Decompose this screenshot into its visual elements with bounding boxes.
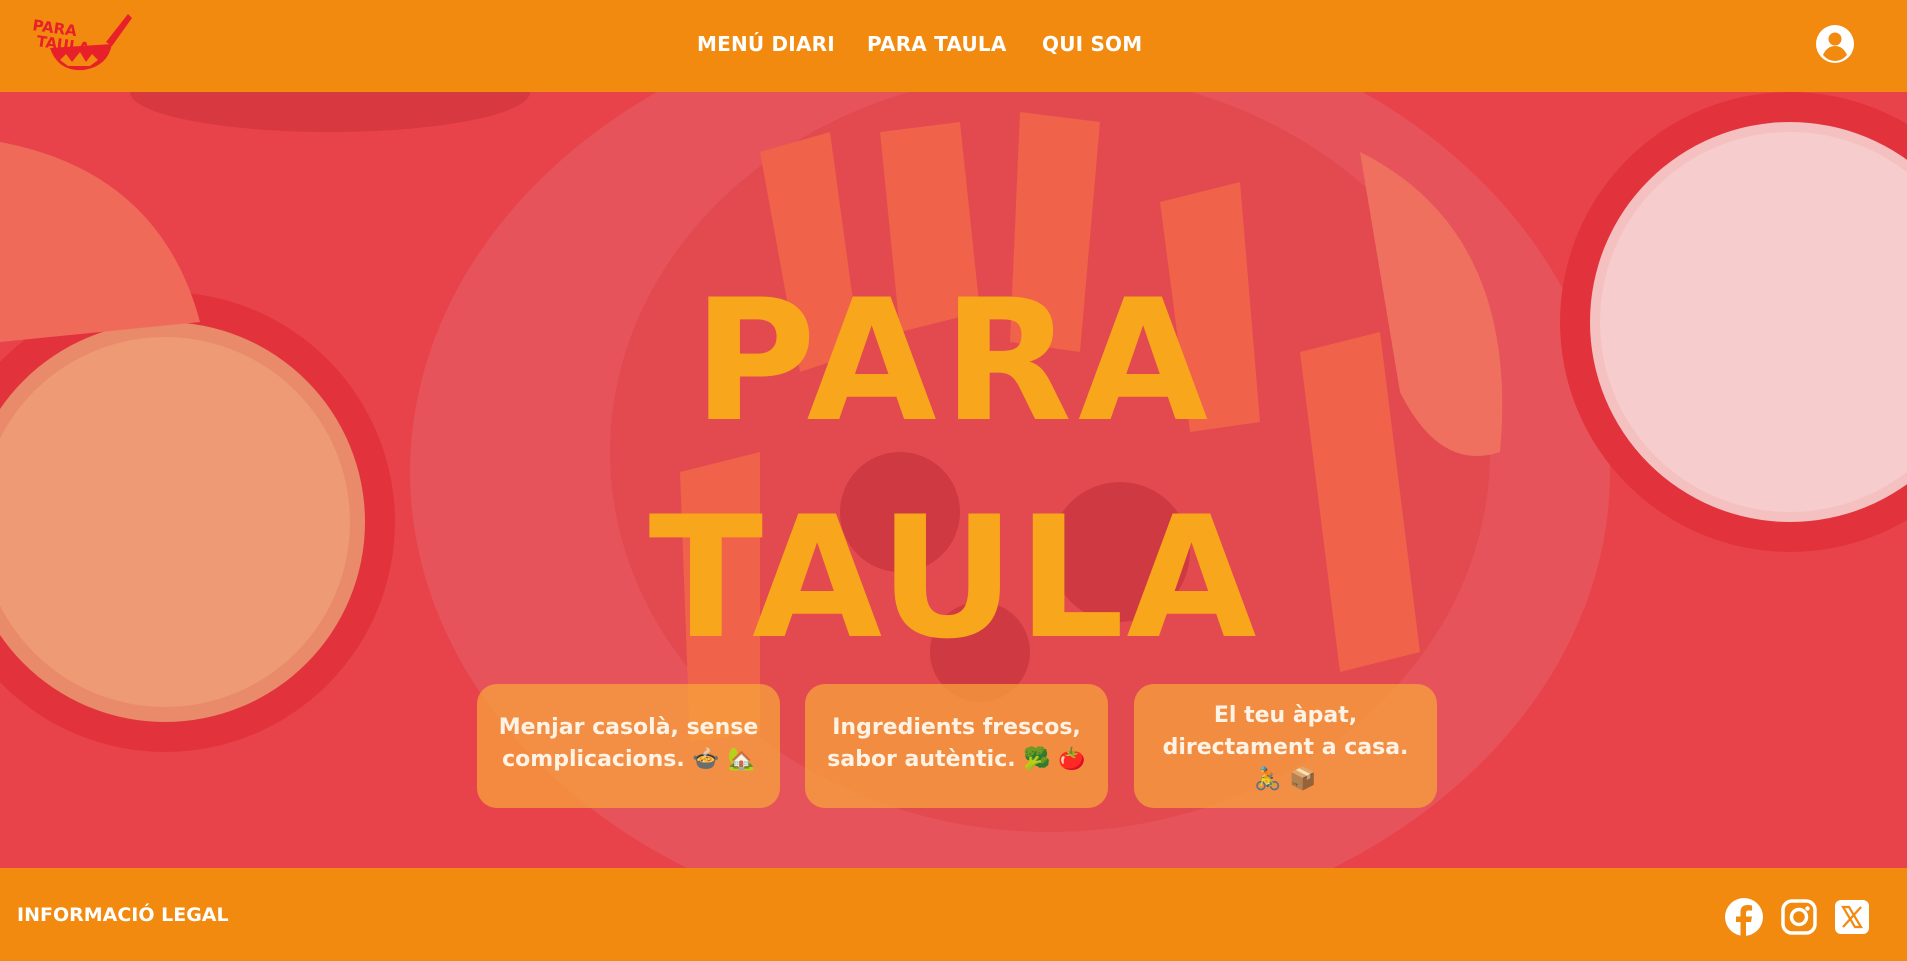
facebook-link[interactable] [1725, 898, 1763, 936]
hero-title-line-2: TAULA [648, 480, 1259, 676]
feature-card-text: El teu àpat, directament a casa. 🚴 📦 [1162, 703, 1409, 792]
instagram-link[interactable] [1780, 898, 1818, 936]
nav-menu-diari[interactable]: MENÚ DIARI [697, 32, 835, 56]
feature-card-delivery: El teu àpat, directament a casa. 🚴 📦 [1134, 684, 1437, 808]
feature-card-homemade: Menjar casolà, sense complicacions. 🍲 🏡 [477, 684, 780, 808]
feature-card-text: Menjar casolà, sense complicacions. 🍲 🏡 [498, 715, 759, 772]
legal-info-link[interactable]: INFORMACIÓ LEGAL [17, 904, 229, 926]
site-header: PARA TAULA MENÚ DIARI PARA TAULA QUI SOM [0, 0, 1907, 92]
x-twitter-icon [1835, 900, 1869, 934]
site-footer: INFORMACIÓ LEGAL [0, 868, 1907, 961]
x-twitter-link[interactable] [1833, 898, 1871, 936]
main-nav: MENÚ DIARI PARA TAULA QUI SOM [0, 0, 1907, 92]
nav-qui-som[interactable]: QUI SOM [1042, 32, 1142, 56]
user-circle-icon [1816, 25, 1854, 63]
facebook-icon [1725, 898, 1763, 936]
instagram-icon [1781, 899, 1817, 935]
hero-title-line-1: PARA [692, 263, 1215, 459]
nav-para-taula[interactable]: PARA TAULA [867, 32, 1007, 56]
user-account-button[interactable] [1815, 24, 1855, 64]
feature-card-text: Ingredients frescos, sabor autèntic. 🥦 🍅 [827, 715, 1086, 772]
hero-section: PARA TAULA Menjar casolà, sense complica… [0, 92, 1907, 868]
feature-card-fresh: Ingredients frescos, sabor autèntic. 🥦 🍅 [805, 684, 1108, 808]
